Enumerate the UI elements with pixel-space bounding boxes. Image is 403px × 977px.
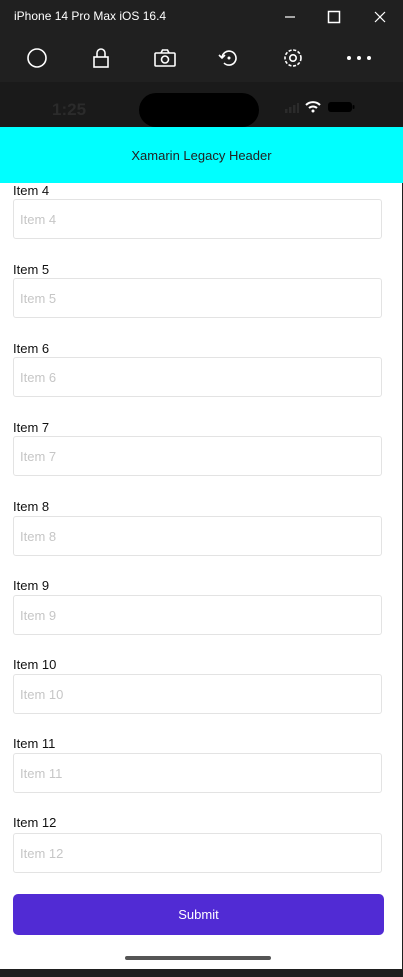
header-title: Xamarin Legacy Header (131, 147, 272, 163)
field-label-item-11: Item 11 (13, 736, 56, 751)
wifi-icon (305, 100, 321, 118)
legacy-header: Xamarin Legacy Header (0, 127, 403, 183)
more-icon[interactable] (345, 44, 373, 72)
item-10-input[interactable] (13, 674, 382, 714)
item-8-input[interactable] (13, 516, 382, 556)
simulator-toolbar (0, 34, 403, 82)
home-circle-icon[interactable] (23, 44, 51, 72)
minimize-icon[interactable] (279, 6, 301, 28)
bottom-frame (0, 969, 403, 977)
submit-button[interactable]: Submit (13, 894, 384, 935)
field-label-item-4: Item 4 (13, 183, 50, 198)
item-12-input[interactable] (13, 833, 382, 873)
item-4-input[interactable] (13, 199, 382, 239)
gear-icon[interactable] (279, 44, 307, 72)
window-title: iPhone 14 Pro Max iOS 16.4 (14, 9, 167, 23)
field-label-item-10: Item 10 (13, 657, 57, 672)
field-label-item-7: Item 7 (13, 420, 50, 435)
battery-icon (327, 100, 355, 118)
camera-icon[interactable] (151, 44, 179, 72)
form-scroll-view[interactable]: Item 4 Item 5 Item 6 Item 7 Item 8 Item … (0, 183, 402, 969)
field-label-item-9: Item 9 (13, 578, 50, 593)
status-icons (285, 100, 355, 118)
item-5-input[interactable] (13, 278, 382, 318)
item-6-input[interactable] (13, 357, 382, 397)
signal-icon (285, 100, 299, 118)
field-label-item-8: Item 8 (13, 499, 50, 514)
home-indicator[interactable] (125, 956, 271, 960)
field-label-item-12: Item 12 (13, 815, 57, 830)
field-label-item-6: Item 6 (13, 341, 50, 356)
rotate-icon[interactable] (215, 44, 243, 72)
lock-icon[interactable] (87, 44, 115, 72)
item-11-input[interactable] (13, 753, 382, 793)
item-7-input[interactable] (13, 436, 382, 476)
dynamic-island (139, 93, 259, 127)
field-label-item-5: Item 5 (13, 262, 50, 277)
close-icon[interactable] (369, 6, 391, 28)
item-9-input[interactable] (13, 595, 382, 635)
maximize-icon[interactable] (323, 6, 345, 28)
status-time: 1:25 (52, 100, 87, 119)
simulator-title-bar: iPhone 14 Pro Max iOS 16.4 (0, 0, 403, 34)
